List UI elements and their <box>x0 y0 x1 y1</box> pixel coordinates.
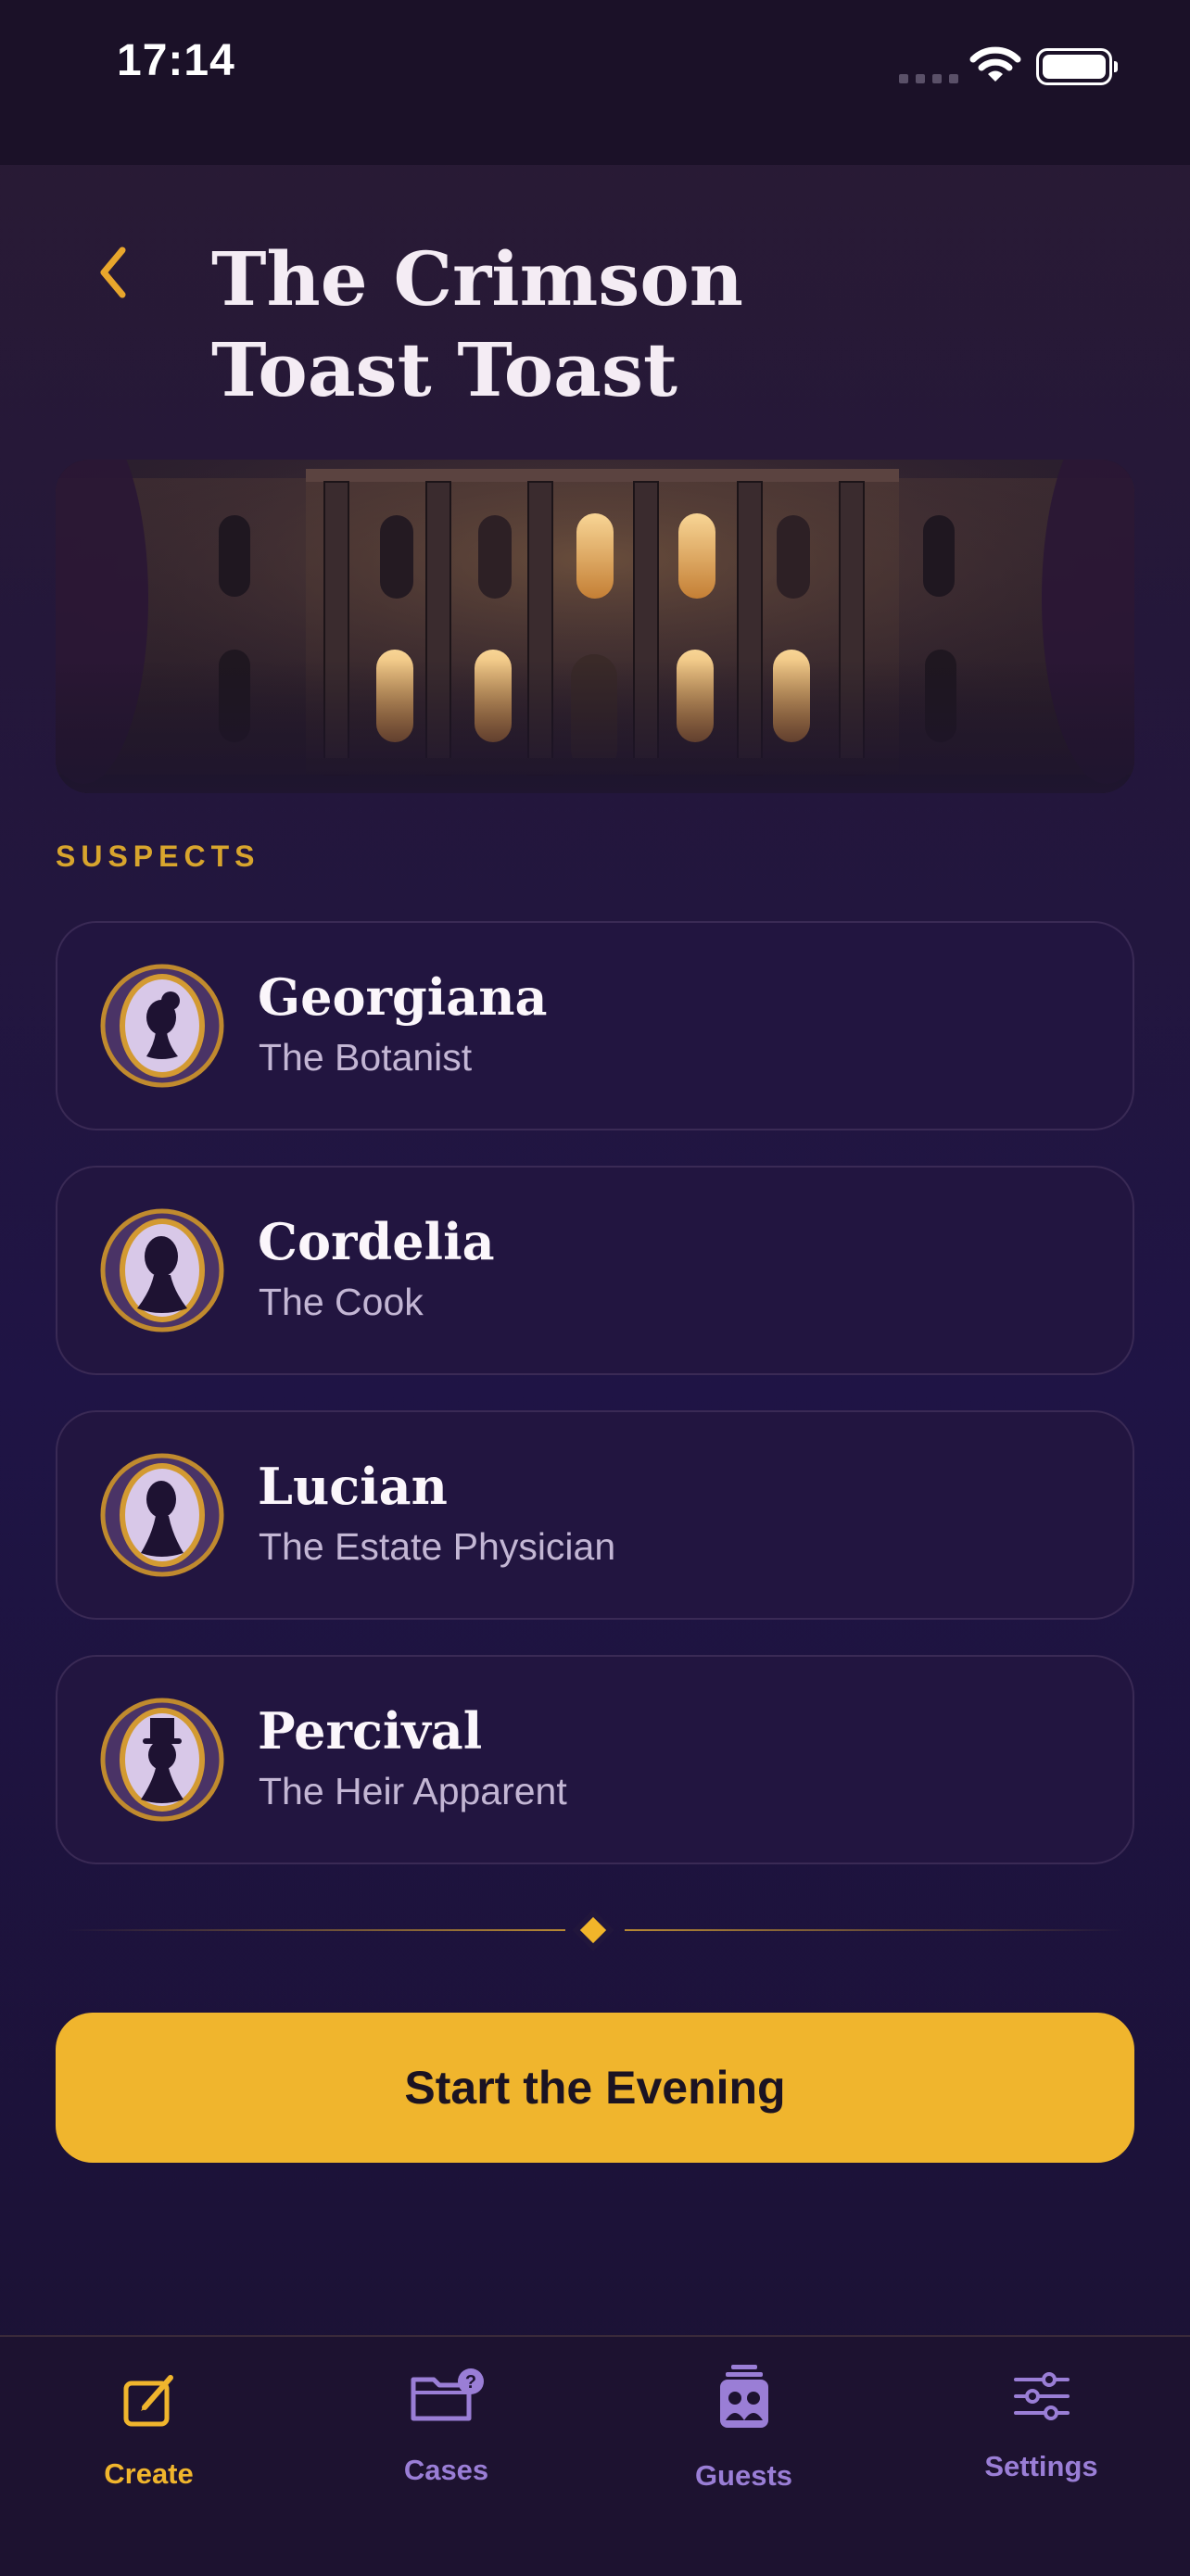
battery-icon <box>1036 48 1118 85</box>
cellular-signal-icon <box>899 74 958 83</box>
cameo-portrait-man-icon <box>100 1453 224 1577</box>
suspect-role: The Cook <box>259 1281 424 1323</box>
svg-text:?: ? <box>464 2372 475 2393</box>
back-chevron-icon[interactable] <box>85 237 145 308</box>
suspect-name: Cordelia <box>258 1212 495 1271</box>
tab-label: Cases <box>403 2454 489 2486</box>
suspect-card-georgiana[interactable]: Georgiana The Botanist <box>56 921 1134 1130</box>
guests-people-icon <box>719 2365 768 2428</box>
manor-hero-image <box>56 460 1134 793</box>
tab-settings[interactable]: Settings <box>892 2337 1190 2522</box>
suspect-card-cordelia[interactable]: Cordelia The Cook <box>56 1166 1134 1375</box>
cameo-portrait-woman-icon <box>100 964 224 1088</box>
suspect-card-percival[interactable]: Percival The Heir Apparent <box>56 1655 1134 1864</box>
tab-cases[interactable]: ? Cases <box>298 2337 595 2522</box>
create-edit-icon <box>123 2375 173 2427</box>
page-title-line2: Toast Toast <box>211 326 677 413</box>
suspect-card-lucian[interactable]: Lucian The Estate Physician <box>56 1410 1134 1620</box>
cases-folder-question-icon: ? <box>411 2368 484 2421</box>
ornamental-divider <box>65 1916 1125 1944</box>
suspect-role: The Estate Physician <box>259 1525 616 1568</box>
tab-bar: Create ? Cases Guests Settings <box>0 2335 1190 2576</box>
tab-create[interactable]: Create <box>0 2337 298 2522</box>
status-bar: 17:14 <box>0 0 1190 165</box>
suspect-name: Percival <box>258 1701 483 1761</box>
suspect-name: Lucian <box>258 1457 448 1516</box>
wifi-icon <box>969 46 1021 82</box>
tab-label: Settings <box>984 2450 1098 2482</box>
page-title: The Crimson Toast Toast <box>211 234 1045 415</box>
suspect-role: The Heir Apparent <box>259 1770 567 1812</box>
tab-guests[interactable]: Guests <box>595 2337 892 2522</box>
status-time: 17:14 <box>117 36 235 85</box>
settings-sliders-icon <box>1013 2372 1070 2420</box>
page-title-line1: The Crimson <box>211 235 743 322</box>
cameo-portrait-man-icon <box>100 1208 224 1332</box>
tab-label: Create <box>104 2457 194 2490</box>
suspect-name: Georgiana <box>258 967 548 1027</box>
cameo-portrait-top-hat-icon <box>100 1698 224 1822</box>
section-label-suspects: SUSPECTS <box>56 840 260 873</box>
tab-label: Guests <box>694 2459 793 2492</box>
diamond-ornament-icon <box>579 1916 607 1944</box>
start-evening-button[interactable]: Start the Evening <box>56 2013 1134 2163</box>
suspect-role: The Botanist <box>259 1036 473 1079</box>
